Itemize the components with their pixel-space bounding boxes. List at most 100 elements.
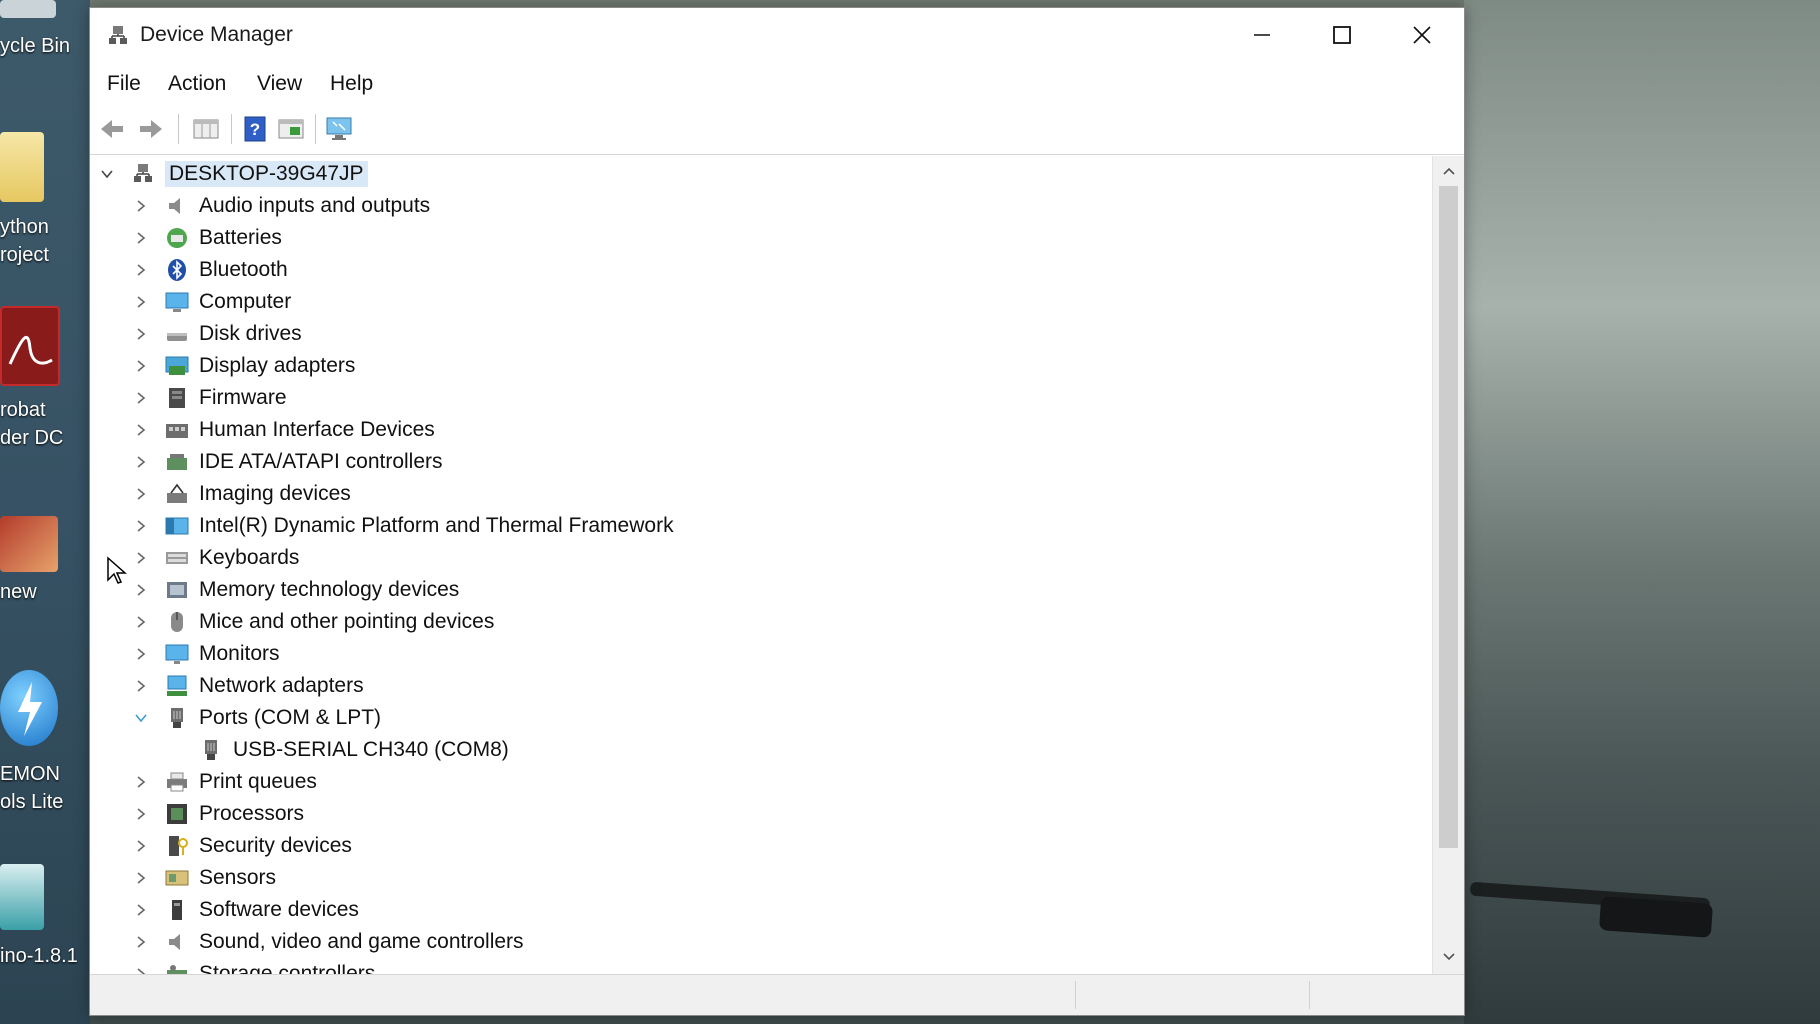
desktop-label-arduino[interactable]: ino-1.8.1 <box>0 942 86 970</box>
device-manager-window: Device Manager File Action View Help ? <box>89 7 1465 1016</box>
desktop-label-daemon-line2[interactable]: ols Lite <box>0 788 86 816</box>
back-button[interactable] <box>96 114 128 144</box>
chevron-right-icon[interactable] <box>132 197 150 215</box>
chevron-right-icon[interactable] <box>132 677 150 695</box>
thermal-framework-icon <box>164 514 190 538</box>
shortcut-image-icon[interactable] <box>0 516 58 572</box>
chevron-right-icon[interactable] <box>132 837 150 855</box>
port-icon <box>164 706 190 730</box>
tree-item[interactable]: Audio inputs and outputs <box>132 190 430 222</box>
menu-view[interactable]: View <box>257 72 302 96</box>
update-driver-button[interactable] <box>275 114 307 144</box>
tree-item-label: Firmware <box>199 386 287 410</box>
chevron-right-icon[interactable] <box>132 613 150 631</box>
folder-icon[interactable] <box>0 132 44 202</box>
tree-item[interactable]: Display adapters <box>132 350 355 382</box>
chevron-right-icon[interactable] <box>132 517 150 535</box>
window-title: Device Manager <box>140 23 293 47</box>
chevron-right-icon[interactable] <box>132 293 150 311</box>
chevron-right-icon[interactable] <box>132 485 150 503</box>
tree-item[interactable]: Monitors <box>132 638 280 670</box>
tree-root[interactable]: DESKTOP-39G47JP <box>98 158 368 190</box>
tree-item[interactable]: Human Interface Devices <box>132 414 435 446</box>
tree-item[interactable]: Network adapters <box>132 670 364 702</box>
chevron-down-icon[interactable] <box>132 709 150 727</box>
properties-button[interactable] <box>190 114 222 144</box>
properties-icon <box>192 117 220 141</box>
tree-item[interactable]: Disk drives <box>132 318 302 350</box>
chevron-up-icon <box>1442 166 1456 176</box>
chevron-right-icon[interactable] <box>132 869 150 887</box>
desktop-label-python-line2[interactable]: roject <box>0 241 86 269</box>
arduino-icon[interactable] <box>0 864 44 930</box>
maximize-button[interactable] <box>1302 8 1382 62</box>
tree-item[interactable]: Batteries <box>132 222 282 254</box>
scan-hardware-button[interactable] <box>324 114 356 144</box>
close-button[interactable] <box>1382 8 1462 62</box>
tree-item[interactable]: Sound, video and game controllers <box>132 926 524 958</box>
scrollbar-thumb[interactable] <box>1439 186 1458 848</box>
scroll-up-button[interactable] <box>1433 158 1464 184</box>
tree-item[interactable]: IDE ATA/ATAPI controllers <box>132 446 443 478</box>
menu-file[interactable]: File <box>107 72 141 96</box>
tree-item[interactable]: Firmware <box>132 382 287 414</box>
tree-item[interactable]: Computer <box>132 286 291 318</box>
tree-item[interactable]: Software devices <box>132 894 359 926</box>
acrobat-icon[interactable] <box>0 306 60 386</box>
desktop-label-new[interactable]: new <box>0 578 86 606</box>
chevron-down-icon[interactable] <box>98 165 116 183</box>
chevron-right-icon[interactable] <box>132 773 150 791</box>
tree-item[interactable]: Print queues <box>132 766 317 798</box>
speaker-icon <box>164 194 190 218</box>
tree-item[interactable]: Memory technology devices <box>132 574 459 606</box>
menu-help[interactable]: Help <box>330 72 373 96</box>
tree-item[interactable]: Security devices <box>132 830 352 862</box>
desktop-label-acrobat-line2[interactable]: der DC <box>0 424 86 452</box>
chevron-right-icon[interactable] <box>132 965 150 974</box>
tree-item-label: Bluetooth <box>199 258 288 282</box>
chevron-right-icon[interactable] <box>132 325 150 343</box>
tree-item[interactable]: Intel(R) Dynamic Platform and Thermal Fr… <box>132 510 674 542</box>
chevron-right-icon[interactable] <box>132 805 150 823</box>
recycle-bin-icon[interactable] <box>0 0 56 18</box>
vertical-scrollbar[interactable] <box>1432 156 1464 974</box>
chevron-right-icon[interactable] <box>132 357 150 375</box>
tree-child-item[interactable]: USB-SERIAL CH340 (COM8) <box>166 734 509 766</box>
tree-item[interactable]: Processors <box>132 798 304 830</box>
tree-item-label: Storage controllers <box>199 962 375 974</box>
forward-button[interactable] <box>135 114 167 144</box>
chevron-right-icon[interactable] <box>132 549 150 567</box>
chevron-right-icon[interactable] <box>132 421 150 439</box>
tree-item-label: Keyboards <box>199 546 299 570</box>
chevron-right-icon[interactable] <box>132 645 150 663</box>
scroll-down-button[interactable] <box>1433 944 1464 970</box>
tree-item-label: Human Interface Devices <box>199 418 435 442</box>
chevron-right-icon[interactable] <box>132 581 150 599</box>
chevron-right-icon[interactable] <box>132 933 150 951</box>
firmware-icon <box>164 386 190 410</box>
tree-item[interactable]: Keyboards <box>132 542 299 574</box>
tree-item-expanded[interactable]: Ports (COM & LPT) <box>132 702 381 734</box>
tree-item[interactable]: Imaging devices <box>132 478 351 510</box>
help-button[interactable]: ? <box>239 114 271 144</box>
desktop-label-daemon-line1[interactable]: EMON <box>0 760 86 788</box>
tree-item[interactable]: Storage controllers <box>132 958 375 974</box>
tree-item[interactable]: Mice and other pointing devices <box>132 606 494 638</box>
printer-icon <box>164 770 190 794</box>
chevron-right-icon[interactable] <box>132 389 150 407</box>
maximize-icon <box>1332 25 1352 45</box>
chevron-right-icon[interactable] <box>132 229 150 247</box>
desktop-label-python-line1[interactable]: ython <box>0 213 86 241</box>
chevron-right-icon[interactable] <box>132 453 150 471</box>
desktop-label-recycle-bin[interactable]: ycle Bin <box>0 32 86 60</box>
chevron-right-icon[interactable] <box>132 261 150 279</box>
tree-item[interactable]: Sensors <box>132 862 276 894</box>
desktop-label-acrobat-line1[interactable]: robat <box>0 396 86 424</box>
tree-item[interactable]: Bluetooth <box>132 254 288 286</box>
minimize-button[interactable] <box>1222 8 1302 62</box>
title-bar[interactable]: Device Manager <box>90 8 1464 62</box>
menu-action[interactable]: Action <box>168 72 226 96</box>
network-adapter-icon <box>164 674 190 698</box>
daemon-tools-icon[interactable] <box>0 670 58 746</box>
chevron-right-icon[interactable] <box>132 901 150 919</box>
